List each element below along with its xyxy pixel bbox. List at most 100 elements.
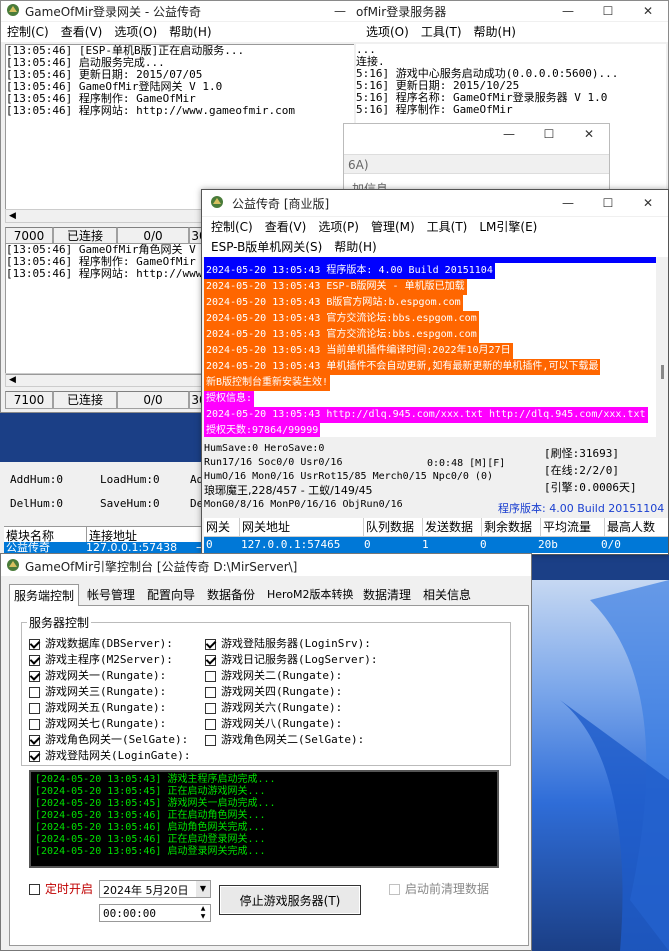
ctrl-title: GameOfMir引擎控制台 [公益传奇 D:\MirServer\] bbox=[25, 560, 298, 574]
ctrl-titlebar[interactable]: GameOfMir引擎控制台 [公益传奇 D:\MirServer\] bbox=[1, 554, 531, 576]
server-checkbox-row[interactable]: 游戏网关六(Rungate): bbox=[205, 700, 377, 716]
menu-tools[interactable]: 工具(T) bbox=[415, 22, 468, 42]
checkbox[interactable] bbox=[29, 670, 40, 682]
checkbox[interactable] bbox=[29, 734, 40, 746]
menu-control[interactable]: 控制(C) bbox=[205, 217, 259, 237]
role-gate-statusbar: 7100 已连接 0/0 30 bbox=[5, 391, 209, 409]
minimize-icon[interactable]: — bbox=[489, 124, 529, 152]
tab-server-control[interactable]: 服务端控制 bbox=[9, 584, 80, 608]
ctrl-tabstrip: 服务端控制 帐号管理 配置向导 数据备份 HeroM2版本转换 数据清理 相关信… bbox=[9, 584, 529, 608]
login-server-titlebar[interactable]: ofMir登录服务器 — ☐ ✕ bbox=[354, 1, 668, 21]
checkbox[interactable] bbox=[29, 702, 40, 714]
tab-cleanup[interactable]: 数据清理 bbox=[359, 584, 415, 606]
menu-view[interactable]: 查看(V) bbox=[55, 22, 109, 42]
tab-wizard[interactable]: 配置向导 bbox=[143, 584, 199, 606]
checkbox[interactable] bbox=[29, 638, 40, 650]
ghost-tab: 6A) bbox=[344, 154, 609, 174]
server-checkbox-row[interactable]: 游戏网关八(Rungate): bbox=[205, 716, 377, 732]
minimize-icon[interactable]: — bbox=[548, 1, 588, 21]
role-gate-log[interactable]: [13:05:46] GameOfMir角色网关 V 1. [13:05:46]… bbox=[5, 243, 207, 375]
cleanup-checkbox[interactable] bbox=[389, 882, 405, 896]
menu-help[interactable]: 帮助(H) bbox=[328, 237, 382, 257]
app-icon bbox=[211, 196, 223, 208]
m2-log-scrollbar[interactable] bbox=[657, 257, 668, 437]
timer-checkbox[interactable] bbox=[29, 882, 45, 896]
tab-backup[interactable]: 数据备份 bbox=[203, 584, 259, 606]
server-checkbox-row[interactable]: 游戏网关四(Rungate): bbox=[205, 684, 377, 700]
server-checkbox-row[interactable]: 游戏网关五(Rungate): bbox=[29, 700, 190, 716]
server-checkbox-row[interactable]: 游戏网关三(Rungate): bbox=[29, 684, 190, 700]
checkbox-column-right: 游戏登陆服务器(LoginSrv): 游戏日记服务器(LogServer): 游戏网… bbox=[205, 636, 377, 748]
checkbox[interactable] bbox=[205, 638, 216, 650]
date-picker[interactable]: 2024年 5月20日 ▼ bbox=[99, 880, 211, 898]
tab-accounts[interactable]: 帐号管理 bbox=[83, 584, 139, 606]
menu-esp-gate[interactable]: ESP-B版单机网关(S) bbox=[205, 237, 328, 257]
menu-view[interactable]: 查看(V) bbox=[259, 217, 313, 237]
server-checkbox-row[interactable]: 游戏日记服务器(LogServer): bbox=[205, 652, 377, 668]
server-checkbox-row[interactable]: 游戏数据库(DBServer): bbox=[29, 636, 190, 652]
time-picker[interactable]: 00:00:00 ▲ ▼ bbox=[99, 904, 211, 922]
m2-stats: HumSave:0 HeroSave:0 Run17/16 Soc0/0 Usr… bbox=[204, 443, 493, 510]
close-icon[interactable]: ✕ bbox=[628, 1, 668, 21]
menu-tools[interactable]: 工具(T) bbox=[421, 217, 474, 237]
checkbox[interactable] bbox=[29, 686, 40, 698]
menu-options[interactable]: 选项(P) bbox=[312, 217, 365, 237]
chevron-down-icon[interactable]: ▼ bbox=[196, 881, 210, 897]
close-icon[interactable]: ✕ bbox=[569, 124, 609, 152]
m2-menubar: 控制(C) 查看(V) 选项(P) 管理(M) 工具(T) LM引擎(E) ESP-B版单… bbox=[202, 217, 668, 257]
checkbox[interactable] bbox=[205, 734, 216, 746]
stop-server-button[interactable]: 停止游戏服务器(T) bbox=[219, 885, 361, 915]
tab-info[interactable]: 相关信息 bbox=[419, 584, 475, 606]
menu-lm-engine[interactable]: LM引擎(E) bbox=[473, 217, 543, 237]
m2-titlebar[interactable]: 公益传奇 [商业版] — ☐ ✕ bbox=[202, 190, 668, 216]
checkbox[interactable] bbox=[29, 654, 40, 666]
menu-help[interactable]: 帮助(H) bbox=[468, 22, 522, 42]
checkbox[interactable] bbox=[205, 718, 216, 730]
tab-herom2[interactable]: HeroM2版本转换 bbox=[263, 584, 358, 606]
checkbox-label: 游戏日记服务器(LogServer): bbox=[221, 653, 378, 666]
checkbox[interactable] bbox=[29, 750, 40, 762]
login-gate-log[interactable]: [13:05:46] [ESP-单机B版]正在启动服务... [13:05:46… bbox=[5, 44, 355, 211]
cleanup-label: 启动前清理数据 bbox=[405, 882, 490, 896]
minimize-icon[interactable]: — bbox=[325, 1, 355, 21]
m2-log[interactable]: 2024-05-20 13:05:43 程序版本: 4.00 Build 201… bbox=[204, 257, 656, 437]
menu-manage[interactable]: 管理(M) bbox=[365, 217, 421, 237]
maximize-icon[interactable]: ☐ bbox=[588, 1, 628, 21]
maximize-icon[interactable]: ☐ bbox=[588, 190, 628, 216]
table-row[interactable]: 0 127.0.0.1:57465 0 1 0 20b 0/0 bbox=[204, 537, 668, 553]
ghost-window[interactable]: —☐✕ 6A) 加信息 bbox=[343, 123, 610, 198]
wallpaper-bloom bbox=[560, 580, 669, 951]
role-gate-hscroll[interactable]: ◀ bbox=[5, 373, 205, 387]
server-checkbox-row[interactable]: 游戏网关七(Rungate): bbox=[29, 716, 190, 732]
checkbox[interactable] bbox=[205, 702, 216, 714]
maximize-icon[interactable]: ☐ bbox=[529, 124, 569, 152]
login-gate-titlebar[interactable]: GameOfMir登录网关 - 公益传奇 — bbox=[1, 1, 355, 21]
server-checkbox-row[interactable]: 游戏网关二(Rungate): bbox=[205, 668, 377, 684]
server-checkbox-row[interactable]: 游戏登陆服务器(LoginSrv): bbox=[205, 636, 377, 652]
server-checkbox-row[interactable]: 游戏主程序(M2Server): bbox=[29, 652, 190, 668]
close-icon[interactable]: ✕ bbox=[628, 190, 668, 216]
checkbox[interactable] bbox=[205, 654, 216, 666]
log-line: 2024-05-20 13:05:43 B版官方网站:b.espgom.com bbox=[204, 295, 463, 311]
spin-down-icon[interactable]: ▼ bbox=[196, 913, 210, 921]
checkbox[interactable] bbox=[205, 686, 216, 698]
checkbox-label: 游戏网关六(Rungate): bbox=[221, 701, 343, 714]
ctrl-console[interactable]: [2024-05-20 13:05:43] 游戏主程序启动完成... [2024… bbox=[29, 770, 499, 868]
server-checkbox-row[interactable]: 游戏网关一(Rungate): bbox=[29, 668, 190, 684]
menu-control[interactable]: 控制(C) bbox=[1, 22, 55, 42]
server-checkbox-row[interactable]: 游戏角色网关二(SelGate): bbox=[205, 732, 377, 748]
engine-control-window[interactable]: GameOfMir引擎控制台 [公益传奇 D:\MirServer\] 服务端控… bbox=[0, 553, 532, 951]
checkbox[interactable] bbox=[205, 670, 216, 682]
log-line: 授权信息: bbox=[204, 391, 255, 407]
minimize-icon[interactable]: — bbox=[548, 190, 588, 216]
server-checkbox-row[interactable]: 游戏角色网关一(SelGate): bbox=[29, 732, 190, 748]
db-panel: AddHum:0 LoadHum:0 Ad DelHum:0 SaveHum:0… bbox=[0, 462, 210, 554]
group-title: 服务器控制 bbox=[27, 614, 92, 631]
spin-up-icon[interactable]: ▲ bbox=[196, 905, 210, 913]
server-checkbox-row[interactable]: 游戏登陆网关(LoginGate): bbox=[29, 748, 190, 764]
m2-server-window[interactable]: 公益传奇 [商业版] — ☐ ✕ 控制(C) 查看(V) 选项(P) 管理(M) 工具(T)… bbox=[201, 189, 669, 555]
menu-help[interactable]: 帮助(H) bbox=[163, 22, 217, 42]
menu-options[interactable]: 选项(O) bbox=[108, 22, 163, 42]
checkbox[interactable] bbox=[29, 718, 40, 730]
menu-options[interactable]: 选项(O) bbox=[360, 22, 415, 42]
